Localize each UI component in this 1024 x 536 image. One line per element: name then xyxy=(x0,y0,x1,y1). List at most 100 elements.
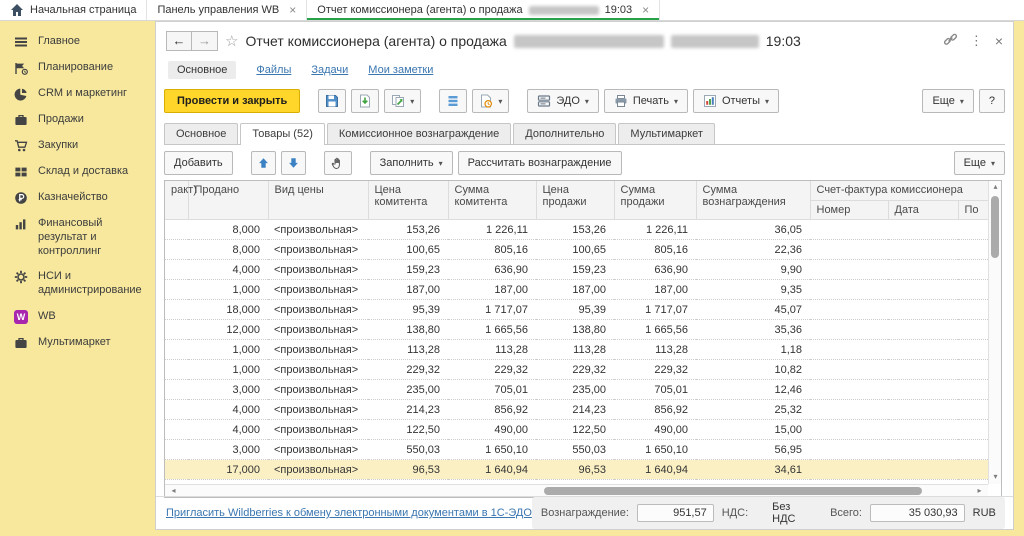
doc-tab-dopolnitelno[interactable]: Дополнительно xyxy=(513,123,616,144)
cell-invoice-extra[interactable] xyxy=(958,399,988,419)
cell-committent-price[interactable]: 96,53 xyxy=(368,459,448,479)
cell-c0[interactable] xyxy=(165,239,188,259)
cell-sold[interactable]: 8,000 xyxy=(188,219,268,239)
tab-commission-report[interactable]: Отчет комиссионера (агента) о продажа 19… xyxy=(307,0,660,20)
col-committent-price[interactable]: Цена комитента xyxy=(368,181,448,219)
cell-price-type[interactable]: <произвольная> xyxy=(268,299,368,319)
move-down-button[interactable] xyxy=(281,151,306,175)
doc-tab-komissionnoe[interactable]: Комиссионное вознаграждение xyxy=(327,123,511,144)
cell-invoice-number[interactable] xyxy=(810,279,888,299)
cell-committent-price[interactable]: 214,23 xyxy=(368,399,448,419)
cell-committent-price[interactable]: 95,39 xyxy=(368,299,448,319)
cell-price-type[interactable]: <произвольная> xyxy=(268,339,368,359)
cell-committent-sum[interactable]: 1 665,56 xyxy=(448,319,536,339)
cell-sale-sum[interactable]: 1 226,11 xyxy=(614,219,696,239)
fill-button[interactable]: Заполнить▾ xyxy=(370,151,453,175)
sidebar-item-nsi-admin[interactable]: НСИ и администрирование xyxy=(0,264,155,304)
history-button[interactable]: ▾ xyxy=(472,89,509,113)
nav-link-fajly[interactable]: Файлы xyxy=(256,64,291,76)
cell-sale-sum[interactable]: 187,00 xyxy=(614,279,696,299)
cell-invoice-extra[interactable] xyxy=(958,319,988,339)
cell-committent-price[interactable]: 138,80 xyxy=(368,319,448,339)
cell-price-type[interactable]: <произвольная> xyxy=(268,399,368,419)
cell-sold[interactable]: 17,000 xyxy=(188,459,268,479)
post-and-close-button[interactable]: Провести и закрыть xyxy=(164,89,300,113)
cell-sale-sum[interactable]: 856,92 xyxy=(614,399,696,419)
cell-c0[interactable] xyxy=(165,259,188,279)
nav-link-zadachi[interactable]: Задачи xyxy=(311,64,348,76)
cell-sale-sum[interactable]: 229,32 xyxy=(614,359,696,379)
cell-sale-price[interactable]: 235,00 xyxy=(536,379,614,399)
cell-sale-sum[interactable]: 1 650,10 xyxy=(614,439,696,459)
cell-fee[interactable]: 34,61 xyxy=(696,459,810,479)
col-invoice-group[interactable]: Счет-фактура комиссионера xyxy=(810,181,988,200)
favorite-star-icon[interactable]: ☆ xyxy=(225,32,238,50)
sidebar-item-multimarket[interactable]: Мультимаркет xyxy=(0,330,155,356)
cell-sale-price[interactable]: 138,80 xyxy=(536,319,614,339)
cell-invoice-extra[interactable] xyxy=(958,239,988,259)
col-committent-sum[interactable]: Сумма комитента xyxy=(448,181,536,219)
cell-invoice-extra[interactable] xyxy=(958,339,988,359)
col-sold[interactable]: Продано xyxy=(188,181,268,219)
cell-committent-price[interactable]: 229,32 xyxy=(368,359,448,379)
cell-invoice-extra[interactable] xyxy=(958,219,988,239)
cell-sale-price[interactable]: 550,03 xyxy=(536,439,614,459)
cell-sale-price[interactable]: 100,65 xyxy=(536,239,614,259)
cell-committent-price[interactable]: 153,26 xyxy=(368,219,448,239)
cell-sale-sum[interactable]: 705,01 xyxy=(614,379,696,399)
cell-sale-price[interactable]: 214,23 xyxy=(536,399,614,419)
cell-committent-price[interactable]: 113,28 xyxy=(368,339,448,359)
cell-fee[interactable]: 12,46 xyxy=(696,379,810,399)
col-fee-sum[interactable]: Сумма вознаграждения xyxy=(696,181,810,219)
save-button[interactable] xyxy=(318,89,346,113)
cell-sold[interactable]: 1,000 xyxy=(188,279,268,299)
cell-sale-price[interactable]: 229,32 xyxy=(536,359,614,379)
doc-tab-osnovnoe[interactable]: Основное xyxy=(164,123,238,144)
cell-invoice-date[interactable] xyxy=(888,299,958,319)
cell-invoice-number[interactable] xyxy=(810,399,888,419)
cell-sold[interactable]: 4,000 xyxy=(188,259,268,279)
cell-fee[interactable]: 35,36 xyxy=(696,319,810,339)
cell-fee[interactable]: 22,36 xyxy=(696,239,810,259)
cell-sold[interactable]: 3,000 xyxy=(188,379,268,399)
cell-sale-price[interactable]: 187,00 xyxy=(536,279,614,299)
cell-sale-sum[interactable]: 1 640,94 xyxy=(614,459,696,479)
sidebar-item-planning[interactable]: Планирование xyxy=(0,55,155,81)
sidebar-item-purchases[interactable]: Закупки xyxy=(0,133,155,159)
sidebar-item-sales[interactable]: Продажи xyxy=(0,107,155,133)
cell-sale-sum[interactable]: 805,16 xyxy=(614,239,696,259)
cell-invoice-date[interactable] xyxy=(888,219,958,239)
horizontal-scroll-thumb[interactable] xyxy=(544,487,923,495)
table-row[interactable]: 3,000<произвольная>235,00705,01235,00705… xyxy=(165,379,988,399)
cell-committent-price[interactable]: 235,00 xyxy=(368,379,448,399)
fee-value-field[interactable]: 951,57 xyxy=(637,504,714,522)
table-row[interactable]: 1,000<произвольная>229,32229,32229,32229… xyxy=(165,359,988,379)
cell-committent-sum[interactable]: 229,32 xyxy=(448,359,536,379)
cell-sale-price[interactable]: 122,50 xyxy=(536,419,614,439)
cell-c0[interactable] xyxy=(165,319,188,339)
cell-price-type[interactable]: <произвольная> xyxy=(268,459,368,479)
cell-committent-price[interactable]: 159,23 xyxy=(368,259,448,279)
cell-sold[interactable]: 3,000 xyxy=(188,439,268,459)
cell-sale-sum[interactable]: 490,00 xyxy=(614,419,696,439)
cell-c0[interactable] xyxy=(165,439,188,459)
total-value-field[interactable]: 35 030,93 xyxy=(870,504,965,522)
cell-c0[interactable] xyxy=(165,299,188,319)
cell-sale-price[interactable]: 153,26 xyxy=(536,219,614,239)
cell-c0[interactable] xyxy=(165,399,188,419)
tab-wb-panel[interactable]: Панель управления WB × xyxy=(147,0,307,20)
cell-price-type[interactable]: <произвольная> xyxy=(268,319,368,339)
cell-invoice-number[interactable] xyxy=(810,319,888,339)
cell-sold[interactable]: 8,000 xyxy=(188,239,268,259)
cell-invoice-date[interactable] xyxy=(888,399,958,419)
cell-committent-price[interactable]: 122,50 xyxy=(368,419,448,439)
close-icon[interactable]: × xyxy=(995,33,1003,49)
cell-invoice-extra[interactable] xyxy=(958,299,988,319)
cell-invoice-number[interactable] xyxy=(810,379,888,399)
nav-link-moi-zametki[interactable]: Мои заметки xyxy=(368,64,433,76)
doc-tab-tovary[interactable]: Товары (52) xyxy=(240,123,324,145)
cell-sale-price[interactable]: 113,28 xyxy=(536,339,614,359)
cell-invoice-number[interactable] xyxy=(810,419,888,439)
cell-invoice-number[interactable] xyxy=(810,459,888,479)
cell-committent-sum[interactable]: 1 650,10 xyxy=(448,439,536,459)
